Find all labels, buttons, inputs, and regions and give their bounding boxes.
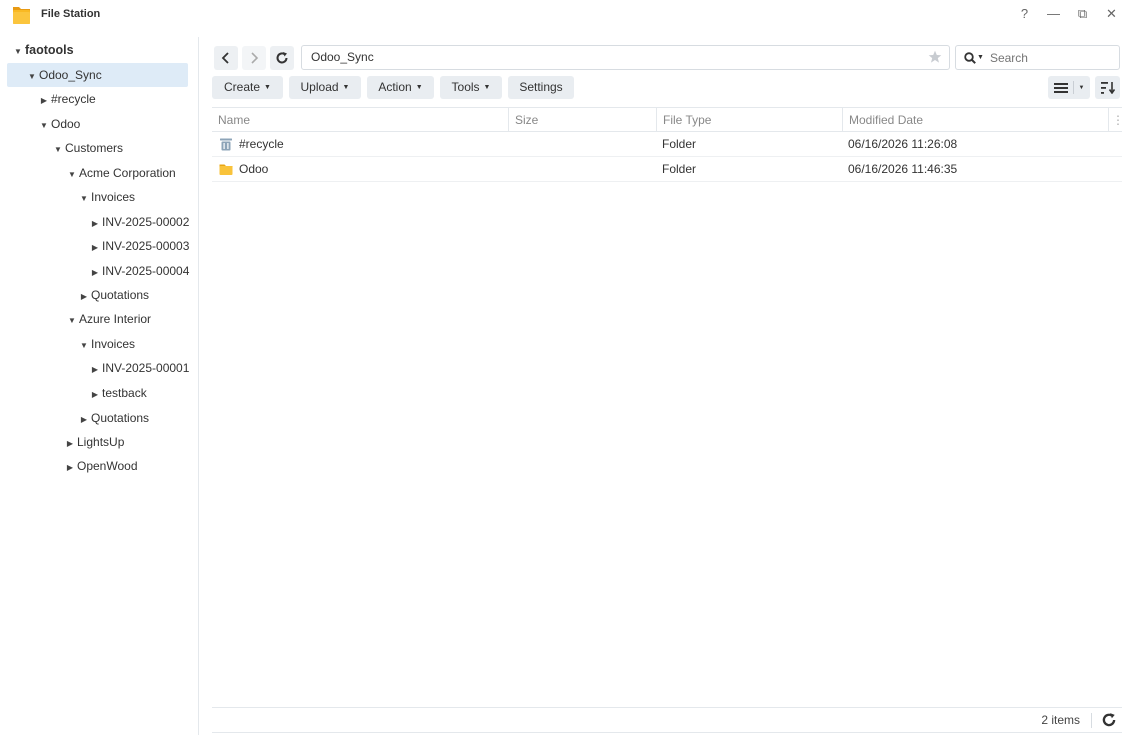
- caret-right-icon[interactable]: ▶: [90, 236, 100, 260]
- file-name: #recycle: [239, 137, 284, 151]
- tree-item-invoices[interactable]: ▼ Invoices: [0, 185, 190, 209]
- divider: [1091, 713, 1092, 728]
- folder-icon: [13, 7, 30, 24]
- caret-right-icon[interactable]: ▶: [90, 383, 100, 407]
- caret-right-icon[interactable]: ▶: [39, 89, 49, 113]
- table-row[interactable]: #recycle Folder 06/16/2026 11:26:08: [212, 132, 1122, 157]
- star-icon[interactable]: [928, 50, 942, 64]
- sort-icon: [1100, 81, 1115, 94]
- dropdown-arrow-icon: ▼: [264, 84, 271, 91]
- view-mode-button[interactable]: ▼: [1048, 76, 1090, 99]
- caret-right-icon[interactable]: ▶: [79, 408, 89, 432]
- chevron-right-icon: [251, 52, 259, 64]
- tree-item-lightsup[interactable]: ▶ LightsUp: [0, 430, 190, 454]
- app-title: File Station: [41, 8, 101, 20]
- list-view-icon: [1053, 82, 1068, 93]
- dropdown-arrow-icon: ▼: [483, 84, 491, 91]
- table-header: Name Size File Type Modified Date ⋮: [212, 107, 1124, 132]
- caret-right-icon[interactable]: ▶: [90, 261, 100, 285]
- chevron-down-icon: ▼: [1078, 84, 1085, 91]
- restore-icon[interactable]: ⧉: [1076, 6, 1089, 22]
- tools-button[interactable]: Tools ▼: [440, 76, 502, 99]
- tree-item-recycle[interactable]: ▶ #recycle: [0, 87, 190, 111]
- tree-item-testback[interactable]: ▶ testback: [0, 381, 190, 405]
- search-dropdown-icon[interactable]: ▼: [977, 54, 984, 61]
- caret-down-icon[interactable]: ▼: [53, 138, 63, 162]
- caret-right-icon[interactable]: ▶: [90, 358, 100, 382]
- title-bar: File Station ? — ⧉ ✕: [0, 0, 1130, 30]
- close-icon[interactable]: ✕: [1105, 6, 1118, 22]
- recycle-bin-icon: [220, 138, 232, 151]
- create-button[interactable]: Create ▼: [212, 76, 283, 99]
- sidebar-tree: ▼ faotools ▼ Odoo_Sync ▶ #recycle ▼ Odoo ▼ Cu…: [0, 37, 199, 735]
- file-type: Folder: [662, 162, 697, 176]
- tree-item-quotations[interactable]: ▶ Quotations: [0, 406, 190, 430]
- tree-item-inv-2025-00004[interactable]: ▶ INV-2025-00004: [0, 259, 190, 283]
- refresh-button[interactable]: [270, 46, 294, 70]
- tree-item-azure-interior[interactable]: ▼ Azure Interior: [0, 307, 190, 331]
- caret-right-icon[interactable]: ▶: [65, 432, 75, 456]
- window-controls: ? — ⧉ ✕: [1018, 6, 1118, 22]
- search-icon[interactable]: [964, 51, 976, 64]
- help-icon[interactable]: ?: [1018, 6, 1031, 22]
- status-bar: 2 items: [212, 707, 1122, 733]
- tree-item-faotools[interactable]: ▼ faotools: [0, 38, 190, 62]
- minimize-icon[interactable]: —: [1047, 6, 1060, 22]
- divider: [1072, 81, 1074, 94]
- tree-item-odoo[interactable]: ▼ Odoo: [0, 112, 190, 136]
- column-header-file-type[interactable]: File Type: [656, 108, 842, 132]
- folder-icon: [219, 164, 233, 175]
- tree-item-inv-2025-00002[interactable]: ▶ INV-2025-00002: [0, 210, 190, 234]
- caret-down-icon[interactable]: ▼: [67, 163, 77, 187]
- modified-date: 06/16/2026 11:46:35: [848, 162, 958, 176]
- caret-down-icon[interactable]: ▼: [79, 334, 89, 358]
- chevron-left-icon: [221, 52, 229, 64]
- modified-date: 06/16/2026 11:26:08: [848, 137, 958, 151]
- tree-item-inv-2025-00003[interactable]: ▶ INV-2025-00003: [0, 234, 190, 258]
- caret-down-icon[interactable]: ▼: [27, 65, 37, 89]
- settings-button[interactable]: Settings: [508, 76, 574, 99]
- caret-down-icon[interactable]: ▼: [67, 309, 77, 333]
- search-input[interactable]: [989, 50, 1100, 65]
- tree-item-acme-corporation[interactable]: ▼ Acme Corporation: [0, 161, 190, 185]
- tree-item-inv-2025-00001[interactable]: ▶ INV-2025-00001: [0, 356, 190, 380]
- caret-right-icon[interactable]: ▶: [65, 456, 75, 480]
- upload-button[interactable]: Upload ▼: [289, 76, 361, 99]
- tree-item-openwood[interactable]: ▶ OpenWood: [0, 454, 190, 478]
- caret-down-icon[interactable]: ▼: [39, 114, 49, 138]
- path-input[interactable]: Odoo_Sync: [301, 45, 950, 70]
- forward-button[interactable]: [242, 46, 266, 70]
- item-count: 2 items: [1041, 713, 1080, 727]
- tree-item-quotations[interactable]: ▶ Quotations: [0, 283, 190, 307]
- action-button[interactable]: Action ▼: [367, 76, 434, 99]
- column-header-size[interactable]: Size: [508, 108, 656, 132]
- dropdown-arrow-icon: ▼: [342, 84, 350, 91]
- tree-item-invoices[interactable]: ▼ Invoices: [0, 332, 190, 356]
- column-header-modified-date[interactable]: Modified Date: [842, 108, 1108, 132]
- column-menu-icon[interactable]: ⋮: [1108, 108, 1124, 132]
- tree-item-customers[interactable]: ▼ Customers: [0, 136, 190, 160]
- file-type: Folder: [662, 137, 697, 151]
- caret-right-icon[interactable]: ▶: [90, 212, 100, 236]
- dropdown-arrow-icon: ▼: [415, 84, 423, 91]
- table-row[interactable]: Odoo Folder 06/16/2026 11:46:35: [212, 157, 1122, 182]
- refresh-icon[interactable]: [1101, 712, 1117, 728]
- refresh-icon: [276, 52, 288, 64]
- sort-button[interactable]: [1095, 76, 1120, 99]
- search-field[interactable]: ▼: [955, 45, 1120, 70]
- tree-item-odoo-sync[interactable]: ▼ Odoo_Sync: [7, 63, 188, 87]
- caret-right-icon[interactable]: ▶: [79, 285, 89, 309]
- file-name: Odoo: [239, 162, 269, 176]
- column-header-name[interactable]: Name: [212, 108, 508, 132]
- caret-down-icon[interactable]: ▼: [79, 187, 89, 211]
- caret-down-icon[interactable]: ▼: [13, 40, 23, 64]
- back-button[interactable]: [214, 46, 238, 70]
